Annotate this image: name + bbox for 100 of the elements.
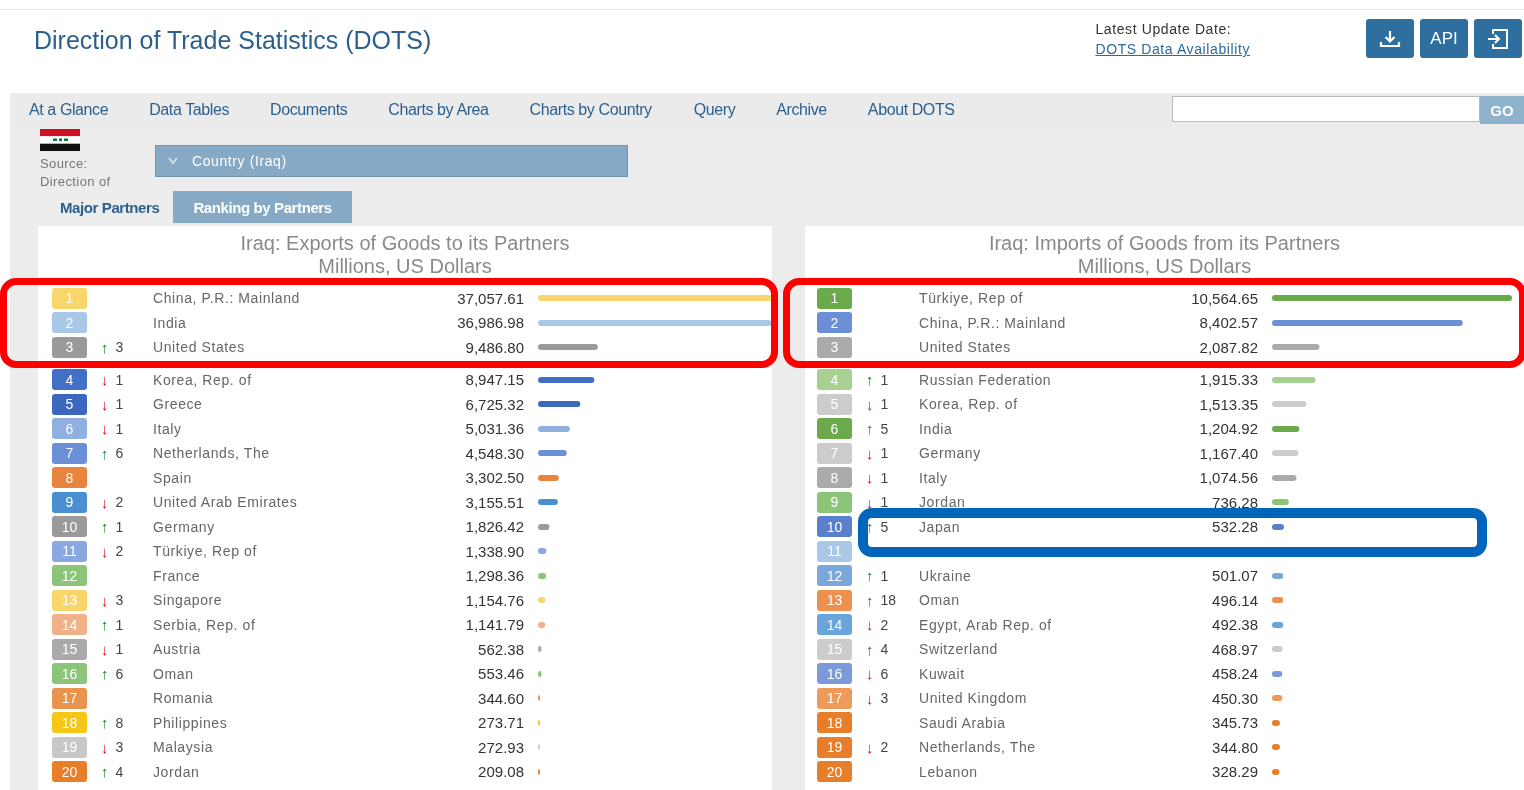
api-button[interactable]: API bbox=[1420, 19, 1468, 58]
rank-change: 5 bbox=[880, 518, 889, 535]
rank-badge: 17 bbox=[817, 687, 852, 709]
nav-link[interactable]: About DOTS bbox=[867, 101, 955, 119]
trade-value: 3,155.51 bbox=[465, 493, 524, 511]
country-name: Russian Federation bbox=[919, 371, 1052, 388]
rank-badge: 3 bbox=[52, 336, 87, 358]
country-name: Switzerland bbox=[919, 641, 998, 658]
trade-value: 450.30 bbox=[1212, 689, 1258, 707]
tab[interactable]: Major Partners bbox=[48, 191, 172, 223]
trend-arrow: ↓ bbox=[866, 444, 874, 462]
trend-arrow: ↓ bbox=[101, 591, 109, 609]
country-name: Jordan bbox=[153, 763, 200, 780]
search-field[interactable] bbox=[1172, 96, 1480, 122]
nav-link[interactable]: Query bbox=[693, 101, 736, 119]
country-name: China, P.R.: Mainland bbox=[919, 314, 1066, 331]
country-name: Italy bbox=[919, 469, 948, 486]
nav-link[interactable]: Documents bbox=[270, 101, 348, 119]
rank-change: 2 bbox=[115, 543, 124, 560]
download-icon bbox=[1379, 28, 1401, 49]
country-name: Lebanon bbox=[919, 763, 978, 780]
rank-change: 18 bbox=[880, 592, 897, 609]
source-label: Source: bbox=[40, 155, 89, 173]
country-name: Malaysia bbox=[153, 739, 214, 756]
trend-arrow: ↑ bbox=[866, 420, 874, 438]
rank-badge: 4 bbox=[817, 369, 852, 391]
page-title: Direction of Trade Statistics (DOTS) bbox=[34, 26, 433, 55]
chart-subtitle: Millions, US Dollars bbox=[1076, 255, 1253, 277]
trade-value: 344.60 bbox=[478, 689, 524, 707]
rank-badge: 17 bbox=[52, 687, 87, 709]
country-name: United States bbox=[919, 339, 1011, 356]
rank-badge: 10 bbox=[817, 516, 852, 538]
trade-value: 10,564.65 bbox=[1191, 289, 1258, 307]
trade-value: 345.73 bbox=[1212, 714, 1258, 732]
country-name: Singapore bbox=[153, 592, 223, 609]
country-name: Germany bbox=[153, 518, 215, 535]
trend-arrow: ↑ bbox=[866, 640, 874, 658]
trade-value: 37,057.61 bbox=[457, 289, 524, 307]
chart-title: Iraq: Imports of Goods from its Partners bbox=[987, 232, 1342, 255]
rank-change: 1 bbox=[115, 396, 124, 413]
rank-change: 2 bbox=[115, 494, 124, 511]
trend-arrow: ↓ bbox=[866, 689, 874, 707]
rank-badge: 6 bbox=[52, 418, 87, 440]
country-name: Japan bbox=[919, 518, 961, 535]
country-name: Korea, Rep. of bbox=[153, 371, 252, 388]
trend-arrow: ↑ bbox=[866, 518, 874, 536]
rank-badge: 9 bbox=[817, 491, 852, 513]
trade-value: 1,074.56 bbox=[1199, 469, 1258, 487]
rank-badge: 19 bbox=[817, 736, 852, 758]
rank-badge: 20 bbox=[817, 761, 852, 783]
country-name: Netherlands, The bbox=[919, 739, 1036, 756]
trade-value: 3,302.50 bbox=[465, 469, 524, 487]
country-name: Saudi Arabia bbox=[919, 714, 1006, 731]
trade-value: 1,915.33 bbox=[1199, 371, 1258, 389]
trade-value: 1,167.40 bbox=[1199, 444, 1258, 462]
trade-value: 5,031.36 bbox=[465, 420, 524, 438]
nav-link[interactable]: Archive bbox=[776, 101, 827, 119]
country-name: Ukraine bbox=[919, 567, 972, 584]
nav-link[interactable]: Charts by Country bbox=[529, 101, 652, 119]
trade-value: 1,154.76 bbox=[465, 591, 524, 609]
rank-change: 1 bbox=[115, 641, 124, 658]
download-button[interactable] bbox=[1366, 19, 1414, 58]
rank-change: 6 bbox=[880, 665, 889, 682]
trend-arrow: ↓ bbox=[866, 493, 874, 511]
rank-change: 3 bbox=[880, 690, 889, 707]
flag-icon bbox=[40, 129, 80, 151]
data-availability-link[interactable]: DOTS Data Availability bbox=[1095, 41, 1250, 57]
country-name: Serbia, Rep. of bbox=[153, 616, 256, 633]
rank-change: 1 bbox=[115, 420, 124, 437]
nav-link[interactable]: At a Glance bbox=[29, 101, 109, 119]
trade-value: 344.80 bbox=[1212, 738, 1258, 756]
rank-badge: 7 bbox=[52, 442, 87, 464]
rank-change: 6 bbox=[115, 445, 124, 462]
nav-link[interactable]: Charts by Area bbox=[388, 101, 489, 119]
trend-arrow: ↑ bbox=[866, 567, 874, 585]
country-name: Germany bbox=[919, 445, 981, 462]
rank-badge: 18 bbox=[817, 712, 852, 734]
rank-badge: 5 bbox=[52, 393, 87, 415]
trend-arrow: ↑ bbox=[101, 616, 109, 634]
rank-change: 2 bbox=[880, 739, 889, 756]
rank-change: 1 bbox=[880, 445, 889, 462]
country-name: Oman bbox=[153, 665, 194, 682]
trade-value: 8,402.57 bbox=[1199, 314, 1258, 332]
chart-subtitle: Millions, US Dollars bbox=[317, 255, 493, 277]
trend-arrow: ↓ bbox=[866, 469, 874, 487]
trade-value: 36,986.98 bbox=[457, 314, 524, 332]
nav-link[interactable]: Data Tables bbox=[149, 101, 229, 119]
trend-arrow: ↓ bbox=[101, 493, 109, 511]
country-name: Egypt, Arab Rep. of bbox=[919, 616, 1052, 633]
rank-badge: 2 bbox=[817, 312, 852, 334]
trade-value: 4,548.30 bbox=[465, 444, 524, 462]
rank-badge: 10 bbox=[52, 516, 87, 538]
country-name: Kuwait bbox=[919, 665, 965, 682]
rank-badge: 6 bbox=[817, 418, 852, 440]
rank-badge: 1 bbox=[52, 287, 87, 309]
trade-value: 2,087.82 bbox=[1199, 338, 1258, 356]
trade-value: 209.08 bbox=[478, 763, 524, 781]
rank-badge: 18 bbox=[52, 712, 87, 734]
export-button[interactable] bbox=[1474, 19, 1522, 58]
trade-value: 736.28 bbox=[1212, 493, 1258, 511]
